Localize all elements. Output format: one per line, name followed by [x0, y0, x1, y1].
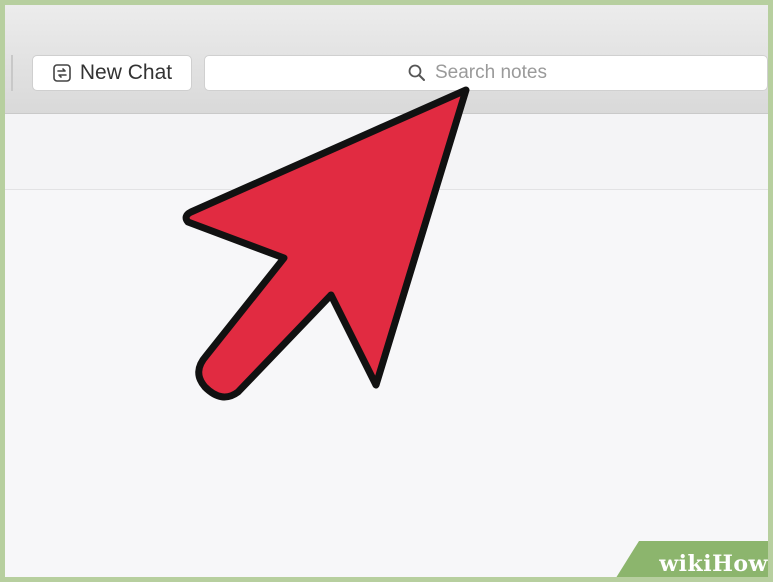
- toolbar-left-edge: [11, 55, 13, 91]
- magnifier-icon: [407, 63, 427, 83]
- new-chat-icon: [52, 63, 72, 83]
- new-chat-button[interactable]: New Chat: [32, 55, 192, 91]
- toolbar: New Chat: [5, 5, 768, 114]
- search-field[interactable]: [204, 55, 768, 91]
- watermark-text: wikiHow: [659, 551, 768, 577]
- new-chat-label: New Chat: [79, 61, 173, 84]
- notes-content-area: [5, 190, 768, 577]
- wikihow-watermark: wikiHow: [614, 541, 768, 577]
- app-window: New Chat wikiHow: [0, 0, 773, 582]
- search-input[interactable]: [435, 62, 565, 84]
- list-header: [5, 114, 768, 190]
